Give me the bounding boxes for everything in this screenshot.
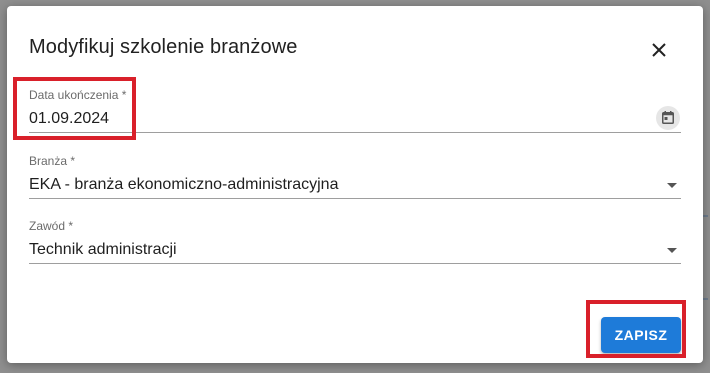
industry-select[interactable]: Branża * EKA - branża ekonomiczno-admini… (29, 154, 681, 200)
close-button[interactable] (647, 38, 671, 62)
chevron-down-icon[interactable] (667, 183, 677, 188)
profession-select[interactable]: Zawód * Technik administracji (29, 219, 681, 265)
chevron-down-icon[interactable] (667, 248, 677, 253)
close-icon (652, 43, 666, 57)
profession-underline (29, 263, 681, 264)
completion-date-field[interactable]: Data ukończenia * 01.09.2024 (29, 88, 681, 134)
profession-value[interactable]: Technik administracji (29, 241, 177, 259)
completion-date-value[interactable]: 01.09.2024 (29, 110, 109, 128)
edit-training-dialog: Modyfikuj szkolenie branżowe Data ukończ… (7, 6, 703, 363)
dialog-title: Modyfikuj szkolenie branżowe (29, 36, 298, 58)
save-button[interactable]: ZAPISZ (601, 317, 681, 353)
industry-underline (29, 198, 681, 199)
completion-date-underline (29, 132, 681, 133)
completion-date-label: Data ukończenia * (29, 88, 127, 102)
industry-label: Branża * (29, 154, 76, 168)
industry-value[interactable]: EKA - branża ekonomiczno-administracyjna (29, 176, 338, 194)
calendar-button[interactable] (656, 106, 680, 130)
calendar-icon (662, 111, 674, 124)
profession-label: Zawód * (29, 219, 74, 233)
